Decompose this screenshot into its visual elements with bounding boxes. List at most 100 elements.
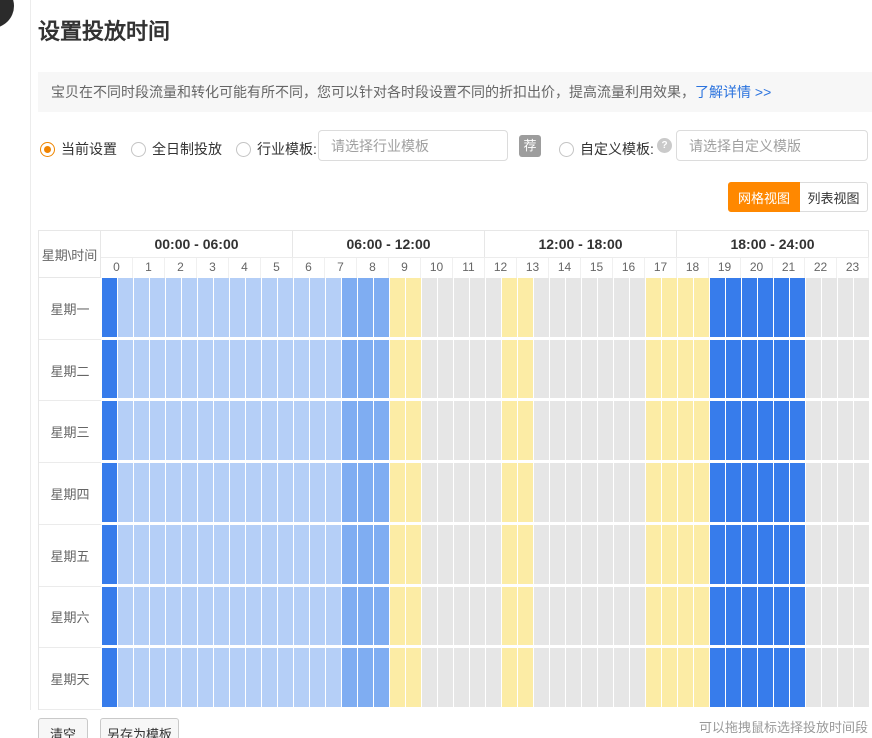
time-cell[interactable] [118, 648, 133, 707]
time-cell[interactable] [406, 463, 421, 522]
time-cell[interactable] [278, 401, 293, 460]
time-cell[interactable] [150, 648, 165, 707]
time-cell[interactable] [262, 648, 277, 707]
time-cell[interactable] [518, 587, 533, 646]
time-cell[interactable] [390, 648, 405, 707]
time-cell[interactable] [150, 340, 165, 399]
time-cell[interactable] [598, 525, 613, 584]
time-cell[interactable] [422, 463, 437, 522]
time-cell[interactable] [182, 648, 197, 707]
time-cell[interactable] [774, 525, 789, 584]
time-cell[interactable] [134, 648, 149, 707]
time-cell[interactable] [502, 401, 517, 460]
time-cell[interactable] [470, 463, 485, 522]
time-cell[interactable] [534, 648, 549, 707]
time-cell[interactable] [454, 340, 469, 399]
time-cell[interactable] [230, 648, 245, 707]
time-cell[interactable] [822, 525, 837, 584]
time-cell[interactable] [710, 463, 725, 522]
time-cell[interactable] [598, 401, 613, 460]
time-cell[interactable] [518, 278, 533, 337]
time-cell[interactable] [710, 587, 725, 646]
time-cell[interactable] [102, 463, 117, 522]
time-cell[interactable] [566, 463, 581, 522]
time-cell[interactable] [406, 340, 421, 399]
time-cell[interactable] [182, 340, 197, 399]
time-cell[interactable] [646, 648, 661, 707]
time-cell[interactable] [790, 648, 805, 707]
time-cell[interactable] [630, 278, 645, 337]
time-cell[interactable] [758, 401, 773, 460]
time-cell[interactable] [630, 340, 645, 399]
time-cell[interactable] [166, 525, 181, 584]
time-cell[interactable] [294, 525, 309, 584]
time-cell[interactable] [358, 525, 373, 584]
time-cell[interactable] [678, 340, 693, 399]
time-cell[interactable] [374, 648, 389, 707]
learn-more-link[interactable]: 了解详情 >> [695, 84, 771, 100]
time-cell[interactable] [662, 463, 677, 522]
time-cell[interactable] [630, 463, 645, 522]
time-cell[interactable] [358, 401, 373, 460]
time-cell[interactable] [102, 340, 117, 399]
time-cell[interactable] [342, 525, 357, 584]
time-cell[interactable] [806, 401, 821, 460]
time-cell[interactable] [246, 525, 261, 584]
time-cell[interactable] [390, 278, 405, 337]
time-cell[interactable] [550, 525, 565, 584]
time-cell[interactable] [598, 278, 613, 337]
time-cell[interactable] [278, 587, 293, 646]
time-cell[interactable] [550, 278, 565, 337]
time-cell[interactable] [182, 587, 197, 646]
time-cell[interactable] [326, 525, 341, 584]
time-cell[interactable] [454, 587, 469, 646]
time-cell[interactable] [774, 278, 789, 337]
radio-icon[interactable] [559, 142, 574, 157]
time-cell[interactable] [198, 401, 213, 460]
time-cell[interactable] [406, 525, 421, 584]
time-cell[interactable] [806, 648, 821, 707]
time-cell[interactable] [342, 278, 357, 337]
time-cell[interactable] [310, 587, 325, 646]
time-cell[interactable] [198, 463, 213, 522]
time-cell[interactable] [582, 340, 597, 399]
time-cell[interactable] [614, 340, 629, 399]
time-cell[interactable] [838, 525, 853, 584]
time-cell[interactable] [646, 525, 661, 584]
time-cell[interactable] [662, 401, 677, 460]
time-cell[interactable] [326, 278, 341, 337]
time-cell[interactable] [102, 525, 117, 584]
time-cell[interactable] [246, 340, 261, 399]
time-cell[interactable] [134, 463, 149, 522]
time-cell[interactable] [758, 587, 773, 646]
time-cell[interactable] [214, 340, 229, 399]
time-cell[interactable] [214, 278, 229, 337]
time-cell[interactable] [710, 525, 725, 584]
time-cell[interactable] [422, 278, 437, 337]
time-cell[interactable] [662, 648, 677, 707]
time-cell[interactable] [470, 401, 485, 460]
radio-industry-template[interactable]: 行业模板: [236, 130, 317, 168]
time-cell[interactable] [102, 587, 117, 646]
time-cell[interactable] [102, 278, 117, 337]
time-cell[interactable] [486, 278, 501, 337]
time-cell[interactable] [214, 463, 229, 522]
time-cell[interactable] [214, 525, 229, 584]
time-cell[interactable] [822, 401, 837, 460]
time-cell[interactable] [566, 525, 581, 584]
time-cell[interactable] [326, 587, 341, 646]
time-cell[interactable] [502, 278, 517, 337]
industry-template-select[interactable] [318, 130, 508, 161]
time-cell[interactable] [646, 587, 661, 646]
time-cell[interactable] [182, 278, 197, 337]
time-cell[interactable] [422, 587, 437, 646]
custom-template-select[interactable] [676, 130, 868, 161]
time-cell[interactable] [134, 278, 149, 337]
time-cell[interactable] [710, 278, 725, 337]
time-cell[interactable] [630, 648, 645, 707]
time-cell[interactable] [326, 401, 341, 460]
time-cell[interactable] [614, 278, 629, 337]
time-cell[interactable] [310, 278, 325, 337]
time-cell[interactable] [550, 340, 565, 399]
time-cell[interactable] [390, 525, 405, 584]
